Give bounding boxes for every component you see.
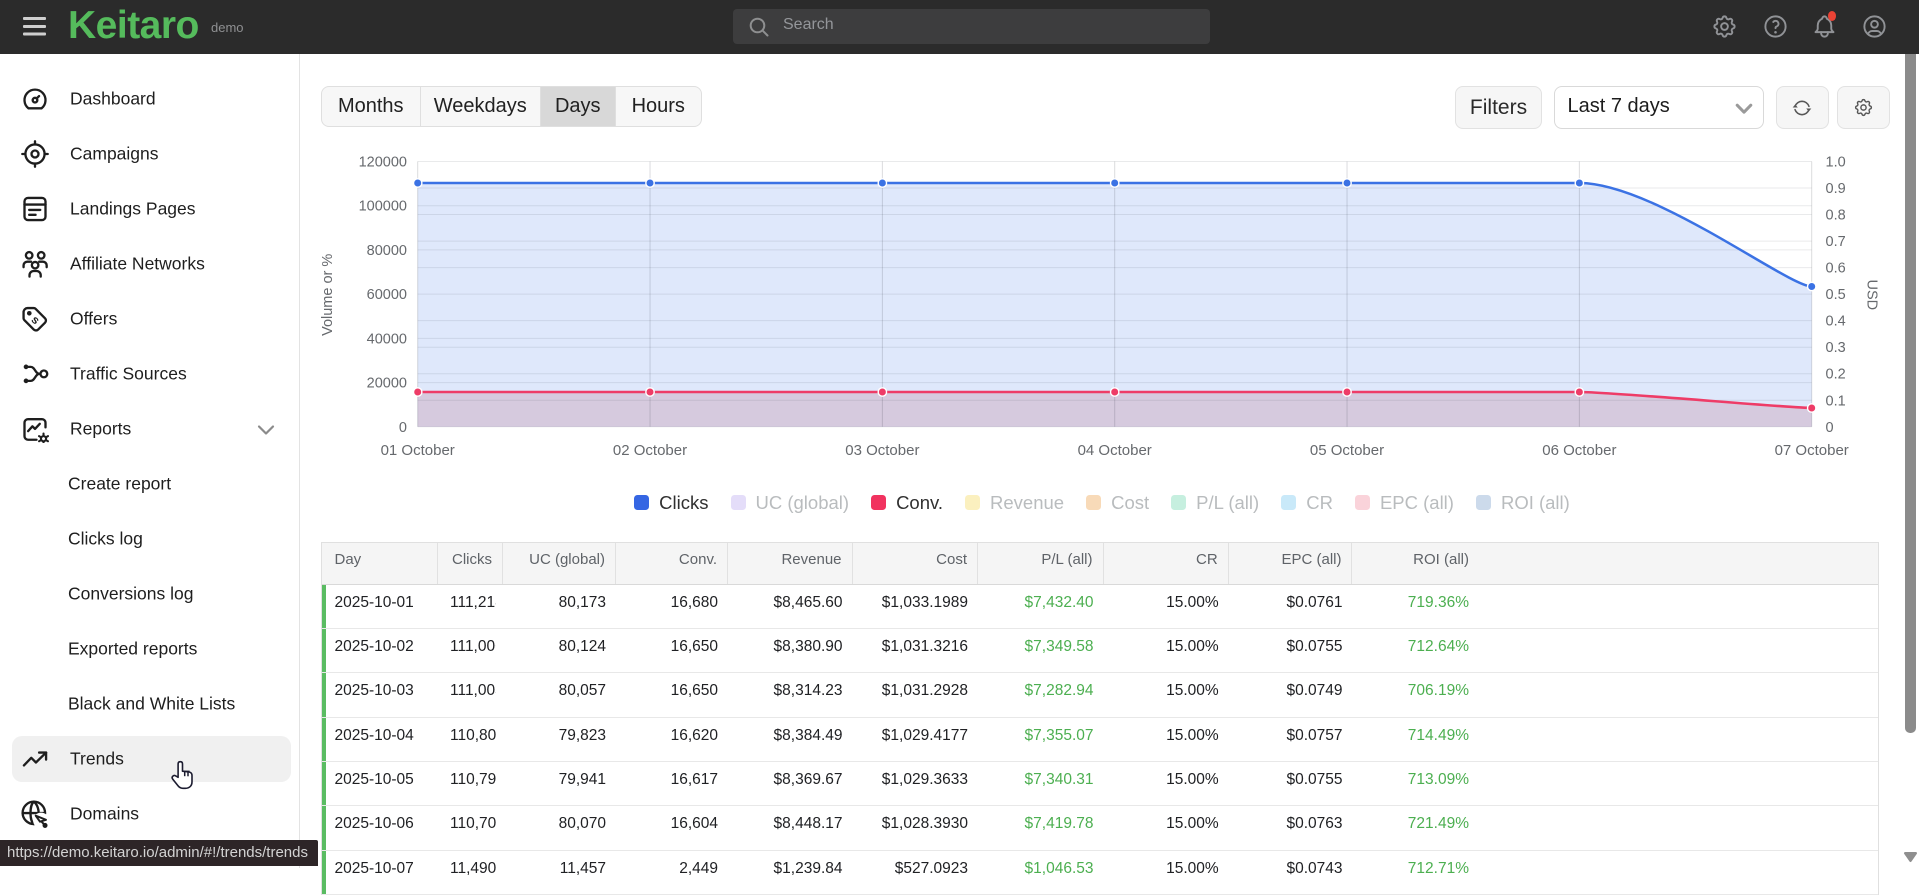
svg-text:100000: 100000	[359, 199, 407, 215]
svg-text:05 October: 05 October	[1310, 442, 1384, 459]
svg-text:0.1: 0.1	[1826, 393, 1846, 409]
svg-text:0.7: 0.7	[1826, 234, 1846, 250]
svg-text:60000: 60000	[367, 287, 407, 303]
svg-text:0: 0	[1826, 420, 1834, 436]
svg-text:0.9: 0.9	[1826, 181, 1846, 197]
svg-text:02 October: 02 October	[613, 442, 687, 459]
svg-text:0.4: 0.4	[1826, 314, 1846, 330]
svg-text:Volume or %: Volume or %	[320, 254, 336, 336]
svg-text:0.2: 0.2	[1826, 367, 1846, 383]
svg-text:01 October: 01 October	[381, 442, 455, 459]
svg-text:0.8: 0.8	[1826, 208, 1846, 224]
svg-text:40000: 40000	[367, 331, 407, 347]
svg-text:0: 0	[399, 420, 407, 436]
svg-text:120000: 120000	[359, 155, 407, 171]
svg-text:USD: USD	[1864, 279, 1880, 310]
svg-text:80000: 80000	[367, 243, 407, 259]
svg-text:03 October: 03 October	[845, 442, 919, 459]
svg-text:0.5: 0.5	[1826, 287, 1846, 303]
svg-text:20000: 20000	[367, 376, 407, 392]
svg-text:07 October: 07 October	[1775, 442, 1849, 459]
svg-text:0.3: 0.3	[1826, 340, 1846, 356]
svg-text:06 October: 06 October	[1542, 442, 1616, 459]
svg-text:04 October: 04 October	[1078, 442, 1152, 459]
svg-text:0.6: 0.6	[1826, 261, 1846, 277]
svg-text:1.0: 1.0	[1826, 155, 1846, 171]
